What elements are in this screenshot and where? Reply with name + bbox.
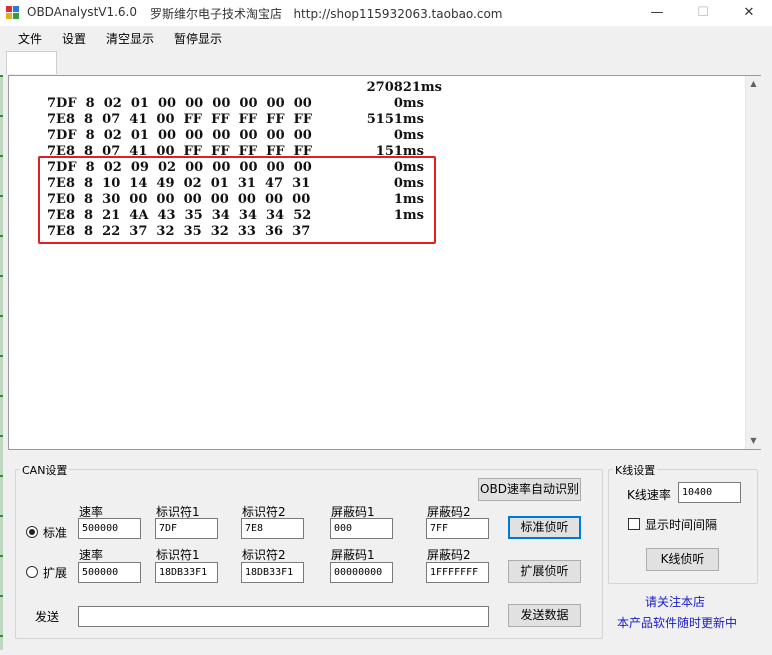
show-interval-checkbox[interactable] <box>628 518 640 530</box>
auto-detect-rate-button[interactable]: OBD速率自动识别 <box>478 478 581 501</box>
ext-id1-label: 标识符1 <box>156 548 200 562</box>
kline-rate-label: K线速率 <box>627 488 671 502</box>
left-edge-decoration <box>0 75 3 650</box>
menu-file[interactable]: 文件 <box>18 30 42 47</box>
menu-settings[interactable]: 设置 <box>62 30 86 47</box>
show-interval-label: 显示时间间隔 <box>645 518 718 532</box>
maximize-button[interactable]: ☐ <box>680 0 726 26</box>
std-mask2-field[interactable]: 7FF <box>426 518 489 539</box>
send-data-button[interactable]: 发送数据 <box>508 604 581 627</box>
std-id2-field[interactable]: 7E8 <box>241 518 304 539</box>
window-title: OBDAnalystV1.6.0 <box>27 5 138 19</box>
standard-radio[interactable] <box>26 526 38 538</box>
log-line: 7DF 8 02 01 00 00 00 00 00 00 <box>47 96 312 111</box>
send-label: 发送 <box>35 610 60 624</box>
update-notice-link[interactable]: 本产品软件随时更新中 <box>617 614 737 631</box>
ext-id1-field[interactable]: 18DB33F1 <box>155 562 218 583</box>
ext-rate-field[interactable]: 500000 <box>78 562 141 583</box>
ext-mask1-label: 屏蔽码1 <box>331 548 375 562</box>
ext-id2-field[interactable]: 18DB33F1 <box>241 562 304 583</box>
standard-listen-button[interactable]: 标准侦听 <box>508 516 581 539</box>
kline-rate-field[interactable]: 10400 <box>678 482 741 503</box>
minimize-button[interactable]: — <box>634 0 680 26</box>
log-time: 0ms <box>393 96 424 111</box>
log-line: 7DF 8 02 01 00 00 00 00 00 00 <box>47 128 312 143</box>
extended-radio-label: 扩展 <box>43 566 68 580</box>
can-settings-title: CAN设置 <box>20 462 70 478</box>
kline-settings-title: K线设置 <box>613 462 658 478</box>
extended-radio[interactable] <box>26 566 38 578</box>
app-icon <box>6 6 20 20</box>
send-data-field[interactable] <box>78 606 489 627</box>
ext-id2-label: 标识符2 <box>242 548 286 562</box>
log-time: 5151ms <box>366 112 424 127</box>
std-rate-field[interactable]: 500000 <box>78 518 141 539</box>
log-line: 7E8 8 07 41 00 FF FF FF FF FF <box>47 112 313 127</box>
scroll-up-icon[interactable]: ▲ <box>746 76 761 92</box>
close-button[interactable]: ✕ <box>726 0 772 26</box>
menu-clear-display[interactable]: 清空显示 <box>106 30 154 47</box>
scroll-down-icon[interactable]: ▼ <box>746 433 761 449</box>
tab-main[interactable] <box>6 51 57 74</box>
std-mask1-field[interactable]: 000 <box>330 518 393 539</box>
ext-mask2-field[interactable]: 1FFFFFFF <box>426 562 489 583</box>
kline-listen-button[interactable]: K线侦听 <box>646 548 719 571</box>
extended-listen-button[interactable]: 扩展侦听 <box>508 560 581 583</box>
ext-rate-label: 速率 <box>79 548 104 562</box>
menu-pause-display[interactable]: 暂停显示 <box>174 30 222 47</box>
log-scrollbar[interactable]: ▲ ▼ <box>745 76 761 449</box>
log-header-time: 270821ms <box>366 80 442 95</box>
standard-radio-label: 标准 <box>43 526 68 540</box>
follow-store-link[interactable]: 请关注本店 <box>645 593 705 610</box>
highlight-box <box>38 156 436 244</box>
ext-mask1-field[interactable]: 00000000 <box>330 562 393 583</box>
window-subtitle: 罗斯维尔电子技术淘宝店 http://shop115932063.taobao.… <box>150 7 503 21</box>
ext-mask2-label: 屏蔽码2 <box>427 548 471 562</box>
std-id1-field[interactable]: 7DF <box>155 518 218 539</box>
log-time: 0ms <box>393 128 424 143</box>
